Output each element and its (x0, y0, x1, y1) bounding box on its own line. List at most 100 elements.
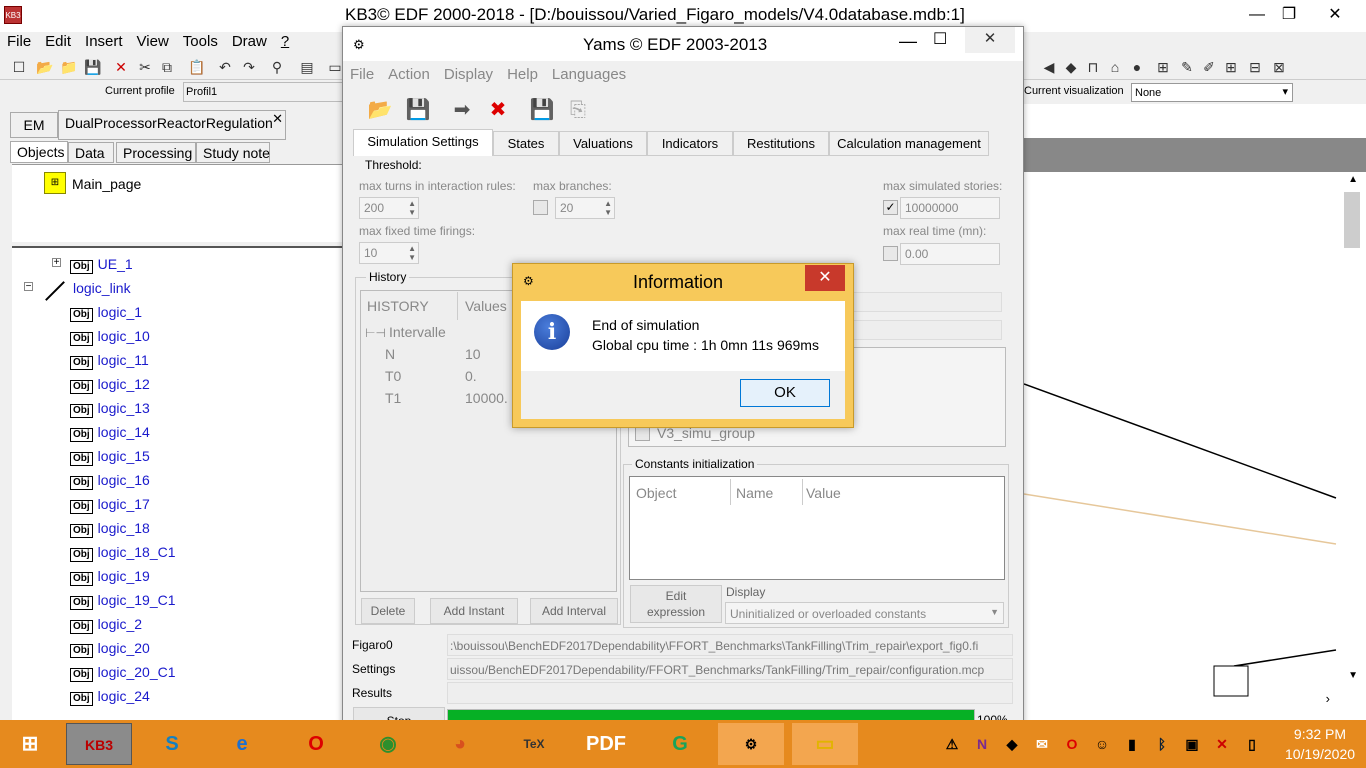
max-turns-spinner[interactable]: 200 ▲ ▼ (359, 197, 419, 219)
results-field[interactable] (447, 682, 1013, 704)
tree-item-ue1[interactable]: Obj UE_1 (70, 256, 133, 274)
tab-data[interactable]: Data (68, 142, 114, 163)
spin-arrows-icon[interactable]: ▲ ▼ (408, 199, 416, 217)
edit-icon[interactable]: ✐ (1200, 58, 1218, 76)
opera-icon[interactable]: O (292, 723, 340, 765)
open-icon[interactable]: 📂 (36, 58, 54, 76)
redo-icon[interactable]: ↷ (240, 58, 258, 76)
diagram-node[interactable] (1213, 665, 1249, 697)
max-real-checkbox[interactable] (883, 246, 898, 261)
tab-indicators[interactable]: Indicators (647, 131, 733, 156)
grid3-icon[interactable]: ⊠ (1270, 58, 1288, 76)
connect-icon[interactable]: ⊞ (1154, 58, 1172, 76)
windows-start-icon[interactable]: ⊞ (6, 723, 54, 765)
max-branches-checkbox[interactable] (533, 200, 548, 215)
max-fixed-spinner[interactable]: 10 ▲ ▼ (359, 242, 419, 264)
tree-item[interactable]: Obj logic_20_C1 (70, 664, 176, 682)
chrome-icon[interactable]: ◉ (364, 723, 412, 765)
visualization-select[interactable]: None ▾ (1131, 83, 1293, 102)
tab-processing[interactable]: Processing (116, 142, 196, 163)
diamond-icon[interactable]: ◆ (1062, 58, 1080, 76)
save-p-icon[interactable]: 💾 (405, 97, 431, 123)
tree-item[interactable]: Obj logic_17 (70, 496, 150, 514)
menu-view[interactable]: View (130, 32, 176, 50)
yams-menu-display[interactable]: Display (437, 63, 500, 86)
settings-field[interactable]: uissou/BenchEDF2017Dependability/FFORT_B… (447, 658, 1013, 680)
kb3-app-icon[interactable]: KB3 (66, 723, 132, 765)
spin-arrows-icon[interactable]: ▲ ▼ (408, 244, 416, 262)
diagram-canvas[interactable]: ▲ ▼ › (1024, 104, 1366, 720)
collapse-icon[interactable]: − (24, 282, 33, 292)
delete-button[interactable]: Delete (361, 598, 415, 624)
profile-value[interactable]: Profil1 (183, 82, 343, 102)
tree-item[interactable]: Obj logic_12 (70, 376, 150, 394)
tray-onenote-icon[interactable]: N (970, 723, 994, 765)
figaro0-field[interactable]: :\bouissou\BenchEDF2017Dependability\FFO… (447, 634, 1013, 656)
max-branches-spinner[interactable]: 20 ▲ ▼ (555, 197, 615, 219)
menu-draw[interactable]: Draw (225, 32, 274, 50)
internet-explorer-icon[interactable]: e (218, 723, 266, 765)
texmaker-icon[interactable]: TeX (510, 723, 558, 765)
tree-item[interactable]: Obj logic_15 (70, 448, 150, 466)
pen-icon[interactable]: ✎ (1178, 58, 1196, 76)
paste-icon[interactable]: 📋 (188, 58, 206, 76)
undo-icon[interactable]: ↶ (216, 58, 234, 76)
max-real-field[interactable]: 0.00 (900, 243, 1000, 265)
spin-arrows-icon[interactable]: ▲ ▼ (604, 199, 612, 217)
tray-signal-icon[interactable]: ▮ (1120, 723, 1144, 765)
find-icon[interactable]: ⚲ (268, 58, 286, 76)
expand-icon[interactable]: + (52, 258, 61, 268)
tree-item-logic-link[interactable]: logic_link (73, 280, 131, 296)
arrow-left-icon[interactable]: ◀ (1040, 58, 1058, 76)
save-r-icon[interactable]: 💾 (529, 97, 555, 123)
menu-insert[interactable]: Insert (78, 32, 130, 50)
tree-item[interactable]: Obj logic_2 (70, 616, 142, 634)
tray-chat-icon[interactable]: ✉ (1030, 723, 1054, 765)
tab-objects[interactable]: Objects (10, 141, 68, 163)
tree-item[interactable]: Obj logic_14 (70, 424, 150, 442)
tray-opera-icon[interactable]: O (1060, 723, 1084, 765)
tray-network-off-icon[interactable]: ✕ (1210, 723, 1234, 765)
yams-app-icon[interactable]: ⚙ (718, 723, 784, 765)
tree-item[interactable]: Obj logic_10 (70, 328, 150, 346)
tray-face-icon[interactable]: ☺ (1090, 723, 1114, 765)
arrow-right-icon[interactable]: ➡ (449, 97, 475, 123)
add-instant-button[interactable]: Add Instant (430, 598, 518, 624)
stop-x-icon[interactable]: ✖ (485, 97, 511, 123)
tree-item[interactable]: Obj logic_18_C1 (70, 544, 176, 562)
doc-tab-em[interactable]: EM (10, 112, 58, 138)
tree-item[interactable]: Obj logic_20 (70, 640, 150, 658)
tree-item[interactable]: Obj logic_19_C1 (70, 592, 176, 610)
menu-file[interactable]: File (0, 32, 38, 50)
yams-minimize-button[interactable]: — (899, 31, 917, 52)
copy-icon[interactable]: ⧉ (158, 58, 176, 76)
firefox-icon[interactable]: ◕ (436, 723, 484, 765)
tray-network-icon[interactable]: ⚠ (940, 723, 964, 765)
tray-display-icon[interactable]: ▣ (1180, 723, 1204, 765)
group-checkbox[interactable] (635, 426, 650, 441)
house-icon[interactable]: ⌂ (1106, 58, 1124, 76)
yams-menu-languages[interactable]: Languages (545, 63, 633, 86)
yams-maximize-button[interactable]: ☐ (933, 29, 947, 49)
tray-bluetooth-icon[interactable]: ᛒ (1150, 723, 1174, 765)
cut-icon[interactable]: ✂ (136, 58, 154, 76)
yams-menu-help[interactable]: Help (500, 63, 545, 86)
grid2-icon[interactable]: ⊟ (1246, 58, 1264, 76)
abc-icon[interactable]: ▤ (298, 58, 316, 76)
tray-battery-icon[interactable]: ▯ (1240, 723, 1264, 765)
tree-item[interactable]: Obj logic_11 (70, 352, 149, 370)
new-file-icon[interactable]: ☐ (10, 58, 28, 76)
add-interval-button[interactable]: Add Interval (530, 598, 618, 624)
doc-tab-dualprocessor[interactable]: DualProcessorReactorRegulation ✕ (58, 110, 286, 140)
menu-tools[interactable]: Tools (176, 32, 225, 50)
tree-item[interactable]: Obj logic_18 (70, 520, 150, 538)
yams-close-button[interactable]: ✕ (965, 27, 1015, 53)
tab-simulation-settings[interactable]: Simulation Settings (353, 129, 493, 156)
pdf-app-icon[interactable]: PDF (582, 723, 630, 765)
restore-button[interactable]: ❐ (1266, 4, 1312, 26)
clock-date[interactable]: 10/19/2020 (1278, 746, 1362, 762)
clock-time[interactable]: 9:32 PM (1278, 726, 1362, 742)
tree-item[interactable]: Obj logic_16 (70, 472, 150, 490)
save-icon[interactable]: 💾 (84, 58, 102, 76)
close-button[interactable]: ✕ (1312, 4, 1358, 26)
